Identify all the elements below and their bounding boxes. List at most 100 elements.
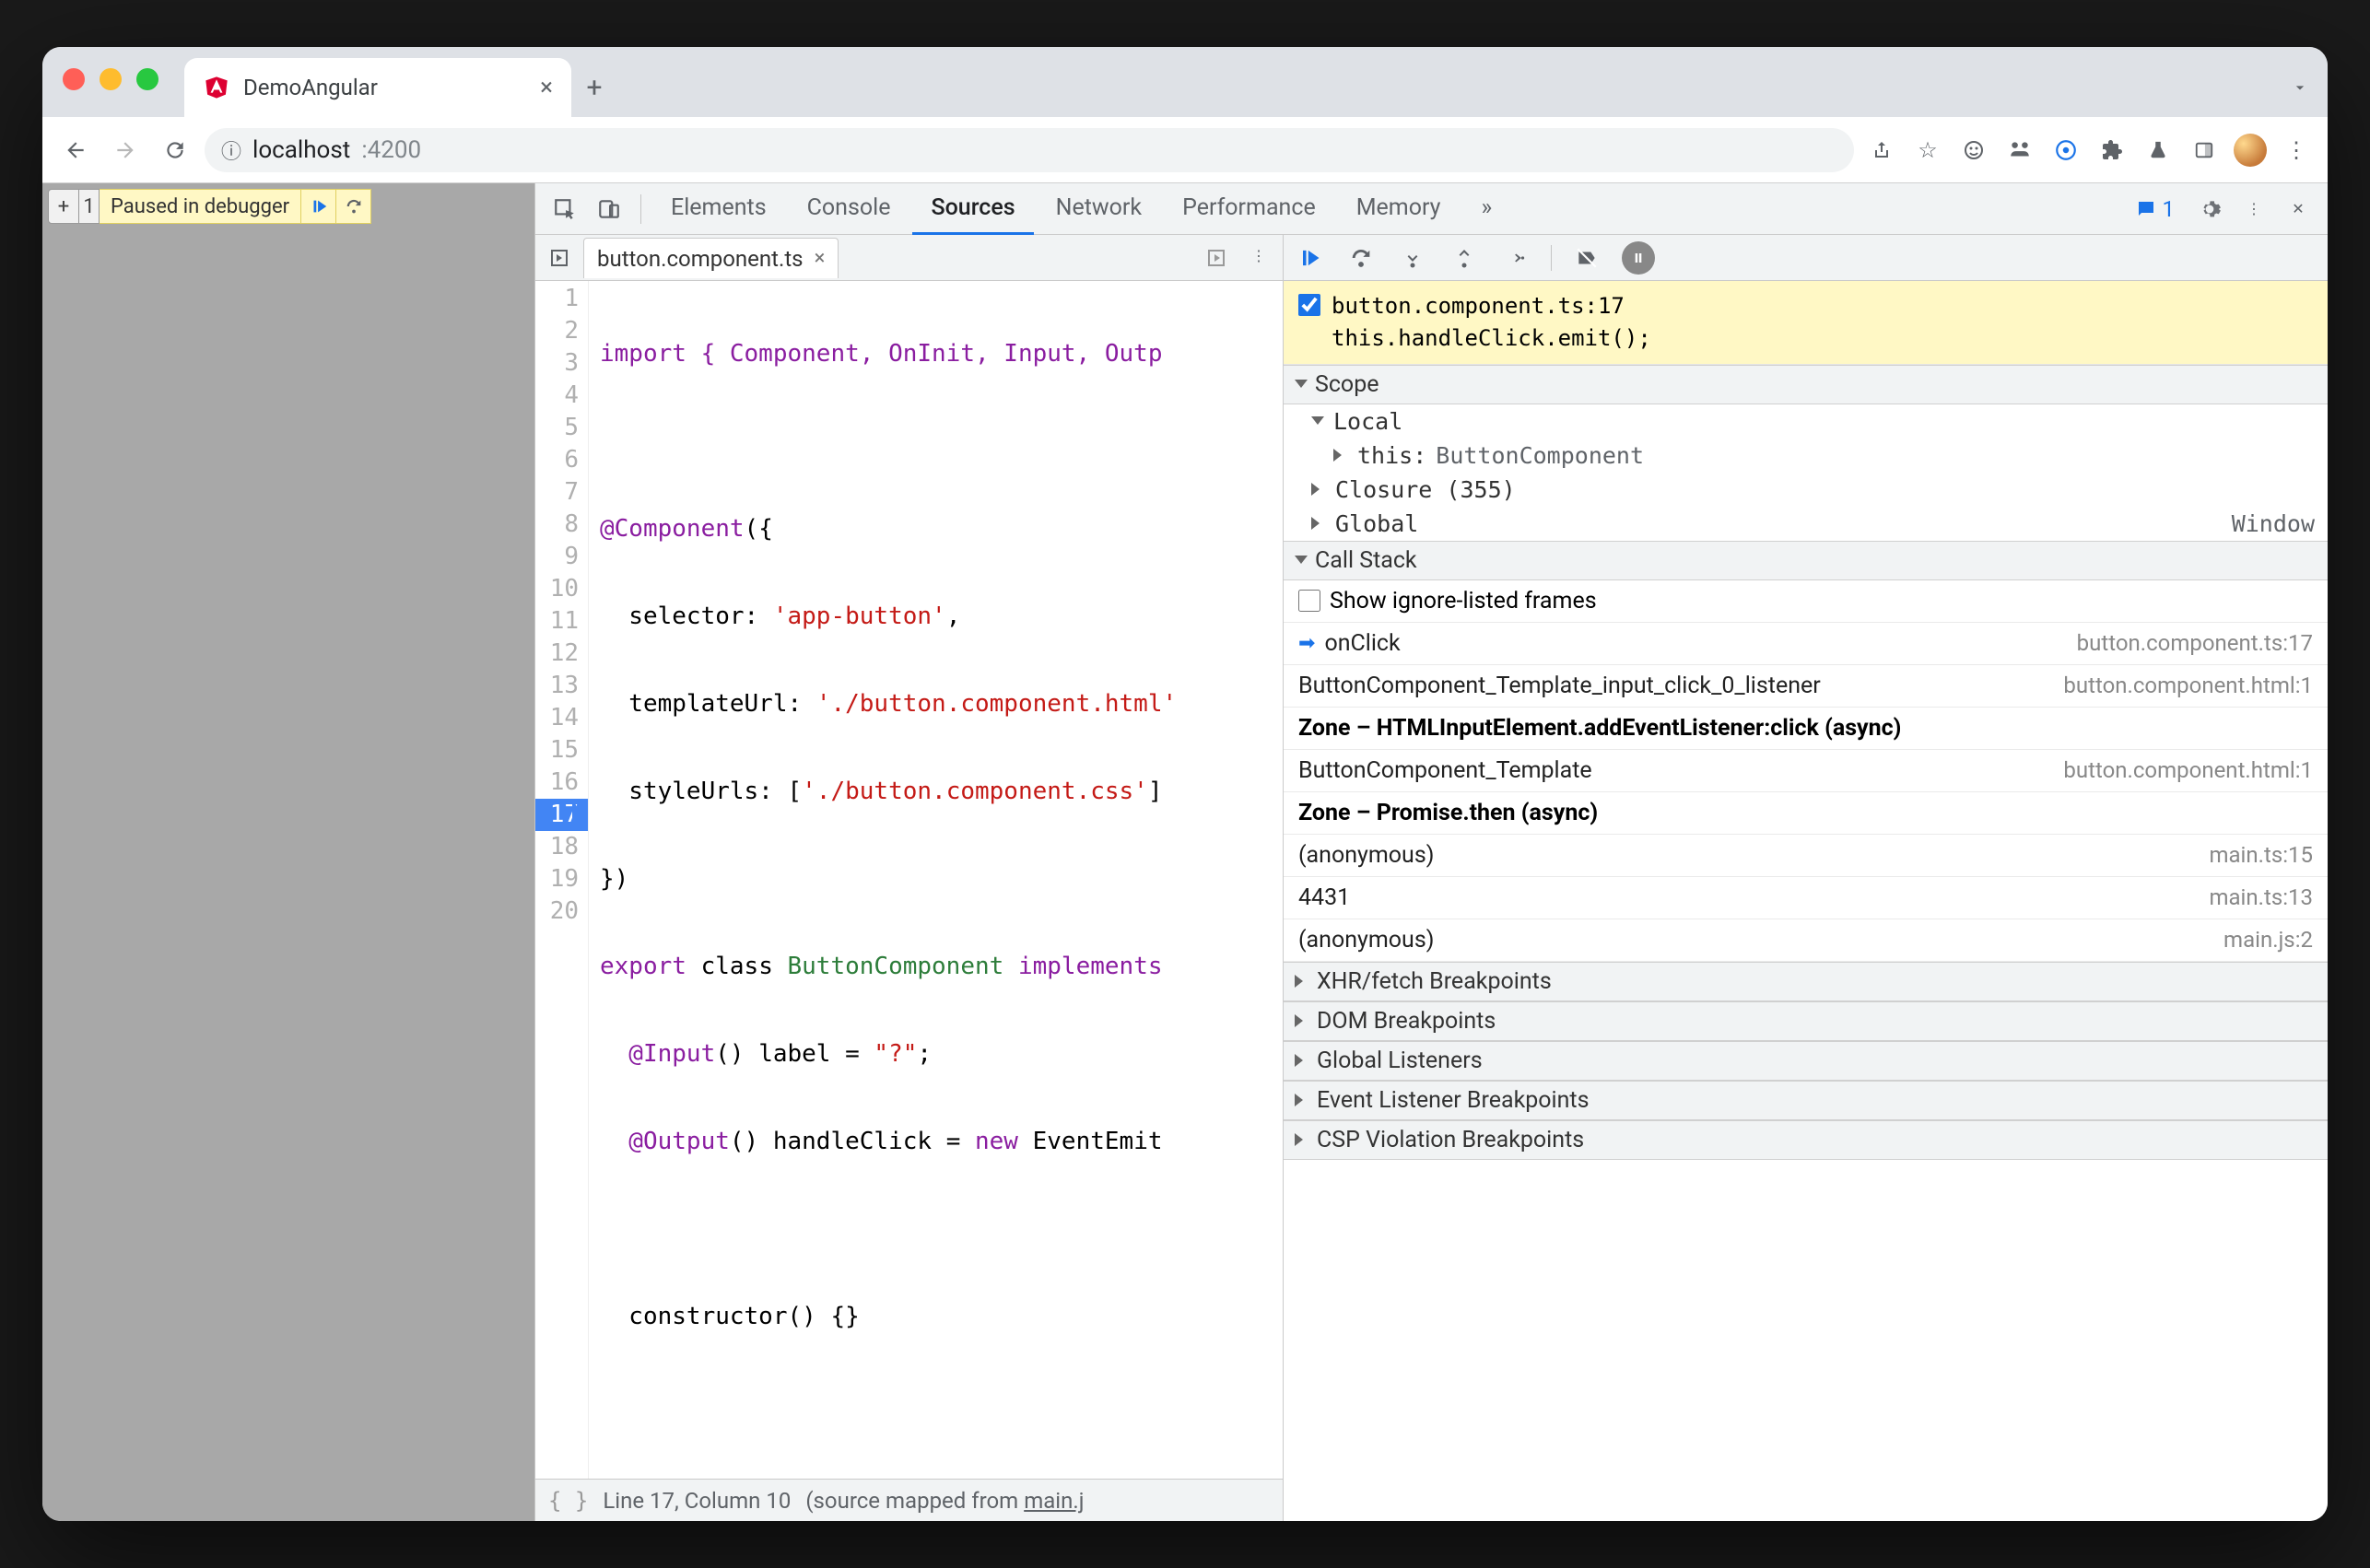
line-gutter[interactable]: 1234567891011121314151617181920 bbox=[535, 281, 589, 1479]
issues-badge[interactable]: 1 bbox=[2124, 193, 2187, 226]
panel-icon[interactable] bbox=[2186, 132, 2223, 169]
forward-button[interactable] bbox=[105, 130, 146, 170]
site-info-icon[interactable]: ⓘ bbox=[221, 135, 241, 165]
overlay-count: 1 bbox=[79, 189, 100, 224]
extensions-puzzle-icon[interactable] bbox=[2094, 132, 2130, 169]
breakpoint-text: button.component.ts:17 this.handleClick.… bbox=[1332, 290, 1651, 355]
stack-frame[interactable]: (anonymous)main.js:2 bbox=[1284, 919, 2328, 962]
tab-sources[interactable]: Sources bbox=[912, 183, 1033, 235]
code-editor[interactable]: 1234567891011121314151617181920 import {… bbox=[535, 281, 1283, 1479]
xhr-breakpoints-header[interactable]: XHR/fetch Breakpoints bbox=[1284, 962, 2328, 1001]
inspect-element-icon[interactable] bbox=[545, 189, 585, 229]
traffic-lights bbox=[63, 68, 158, 90]
source-status-bar: { } Line 17, Column 10 (source mapped fr… bbox=[535, 1479, 1283, 1521]
extension-icon-1[interactable] bbox=[1955, 132, 1992, 169]
dom-breakpoints-header[interactable]: DOM Breakpoints bbox=[1284, 1001, 2328, 1041]
back-button[interactable] bbox=[55, 130, 96, 170]
stack-frame-async: Zone – HTMLInputElement.addEventListener… bbox=[1284, 708, 2328, 750]
devtools-panel: Elements Console Sources Network Perform… bbox=[534, 183, 2328, 1521]
pause-exceptions-button[interactable] bbox=[1622, 241, 1655, 275]
stack-frame[interactable]: (anonymous)main.ts:15 bbox=[1284, 835, 2328, 877]
step-out-button[interactable] bbox=[1448, 241, 1481, 275]
devtools-tabbar: Elements Console Sources Network Perform… bbox=[535, 183, 2328, 235]
deactivate-breakpoints-button[interactable] bbox=[1570, 241, 1603, 275]
scope-local[interactable]: Local bbox=[1284, 404, 2328, 439]
tab-memory[interactable]: Memory bbox=[1338, 183, 1460, 235]
show-ignored-frames[interactable]: Show ignore-listed frames bbox=[1284, 580, 2328, 623]
devtools-settings-icon[interactable] bbox=[2189, 189, 2230, 229]
tab-close-button[interactable]: × bbox=[540, 74, 553, 101]
pretty-print-icon[interactable]: { } bbox=[548, 1488, 588, 1514]
step-into-button[interactable] bbox=[1396, 241, 1429, 275]
tab-more[interactable]: » bbox=[1463, 183, 1511, 235]
tab-title: DemoAngular bbox=[243, 75, 378, 100]
browser-tab[interactable]: DemoAngular × bbox=[184, 58, 571, 117]
page-viewport: + 1 Paused in debugger bbox=[42, 183, 534, 1521]
profile-avatar[interactable] bbox=[2232, 132, 2269, 169]
scope-header[interactable]: Scope bbox=[1284, 365, 2328, 404]
file-tab-active[interactable]: button.component.ts × bbox=[583, 238, 839, 278]
paused-debugger-overlay: + 1 Paused in debugger bbox=[48, 189, 371, 224]
overlay-label: Paused in debugger bbox=[100, 189, 301, 224]
bookmark-star-icon[interactable]: ☆ bbox=[1909, 132, 1946, 169]
csp-breakpoints-header[interactable]: CSP Violation Breakpoints bbox=[1284, 1120, 2328, 1160]
tab-elements[interactable]: Elements bbox=[652, 183, 785, 235]
debugger-toolbar bbox=[1284, 235, 2328, 281]
file-navigator-toggle-icon[interactable] bbox=[543, 247, 576, 269]
extension-icon-3[interactable] bbox=[2047, 132, 2084, 169]
extension-icon-2[interactable] bbox=[2001, 132, 2038, 169]
scope-this[interactable]: this: ButtonComponent bbox=[1284, 439, 2328, 473]
new-tab-button[interactable]: + bbox=[571, 58, 617, 117]
devtools-menu-icon[interactable]: ⋮ bbox=[2234, 189, 2274, 229]
scope-closure[interactable]: Closure (355) bbox=[1284, 473, 2328, 507]
stack-frame[interactable]: 4431main.ts:13 bbox=[1284, 877, 2328, 919]
step-button[interactable] bbox=[1499, 241, 1532, 275]
step-over-button[interactable] bbox=[1344, 241, 1378, 275]
labs-flask-icon[interactable] bbox=[2140, 132, 2176, 169]
tab-performance[interactable]: Performance bbox=[1164, 183, 1334, 235]
stack-frame[interactable]: ➡onClickbutton.component.ts:17 bbox=[1284, 623, 2328, 665]
issues-count: 1 bbox=[2163, 196, 2176, 222]
reload-button[interactable] bbox=[155, 130, 195, 170]
source-pane: button.component.ts × ⋮ 1234567891011121… bbox=[535, 235, 1284, 1521]
show-ignored-checkbox[interactable] bbox=[1298, 590, 1320, 612]
snippets-run-icon[interactable] bbox=[1200, 247, 1233, 269]
devtools-close-icon[interactable]: ✕ bbox=[2278, 189, 2318, 229]
source-file-tabbar: button.component.ts × ⋮ bbox=[535, 235, 1283, 281]
overlay-resume-button[interactable] bbox=[301, 189, 336, 224]
resume-button[interactable] bbox=[1293, 241, 1326, 275]
file-more-icon[interactable]: ⋮ bbox=[1242, 247, 1275, 269]
file-tab-close-icon[interactable]: × bbox=[815, 247, 826, 270]
callstack-header[interactable]: Call Stack bbox=[1284, 541, 2328, 580]
overlay-step-button[interactable] bbox=[336, 189, 371, 224]
window-minimize-button[interactable] bbox=[100, 68, 122, 90]
url-host: localhost bbox=[252, 136, 350, 164]
window-maximize-button[interactable] bbox=[136, 68, 158, 90]
current-frame-arrow-icon: ➡ bbox=[1298, 632, 1315, 655]
overlay-expand-button[interactable]: + bbox=[48, 189, 79, 224]
stack-frame[interactable]: ButtonComponent_Template_input_click_0_l… bbox=[1284, 665, 2328, 708]
stack-frame[interactable]: ButtonComponent_Templatebutton.component… bbox=[1284, 750, 2328, 792]
window-close-button[interactable] bbox=[63, 68, 85, 90]
global-listeners-header[interactable]: Global Listeners bbox=[1284, 1041, 2328, 1081]
scope-global[interactable]: GlobalWindow bbox=[1284, 507, 2328, 541]
tab-console[interactable]: Console bbox=[789, 183, 909, 235]
cursor-position: Line 17, Column 10 bbox=[603, 1488, 791, 1514]
sourcemap-link[interactable]: main.j bbox=[1024, 1488, 1084, 1514]
url-path: :4200 bbox=[361, 136, 421, 164]
sourcemap-info: (source mapped from main.j bbox=[805, 1488, 1084, 1514]
devtools-body: button.component.ts × ⋮ 1234567891011121… bbox=[535, 235, 2328, 1521]
address-bar[interactable]: ⓘ localhost :4200 bbox=[205, 128, 1854, 172]
breakpoint-item[interactable]: button.component.ts:17 this.handleClick.… bbox=[1284, 281, 2328, 365]
browser-toolbar: ⓘ localhost :4200 ☆ ⋮ bbox=[42, 117, 2328, 183]
share-icon[interactable] bbox=[1863, 132, 1900, 169]
device-toggle-icon[interactable] bbox=[589, 189, 629, 229]
tabs-dropdown-button[interactable] bbox=[2272, 58, 2328, 117]
debugger-pane: button.component.ts:17 this.handleClick.… bbox=[1284, 235, 2328, 1521]
browser-menu-button[interactable]: ⋮ bbox=[2278, 132, 2315, 169]
event-listener-breakpoints-header[interactable]: Event Listener Breakpoints bbox=[1284, 1081, 2328, 1120]
breakpoint-checkbox[interactable] bbox=[1298, 294, 1320, 316]
code-lines: import { Component, OnInit, Input, Outp … bbox=[589, 281, 1283, 1479]
tab-network[interactable]: Network bbox=[1038, 183, 1160, 235]
content-area: + 1 Paused in debugger Elements Console … bbox=[42, 183, 2328, 1521]
